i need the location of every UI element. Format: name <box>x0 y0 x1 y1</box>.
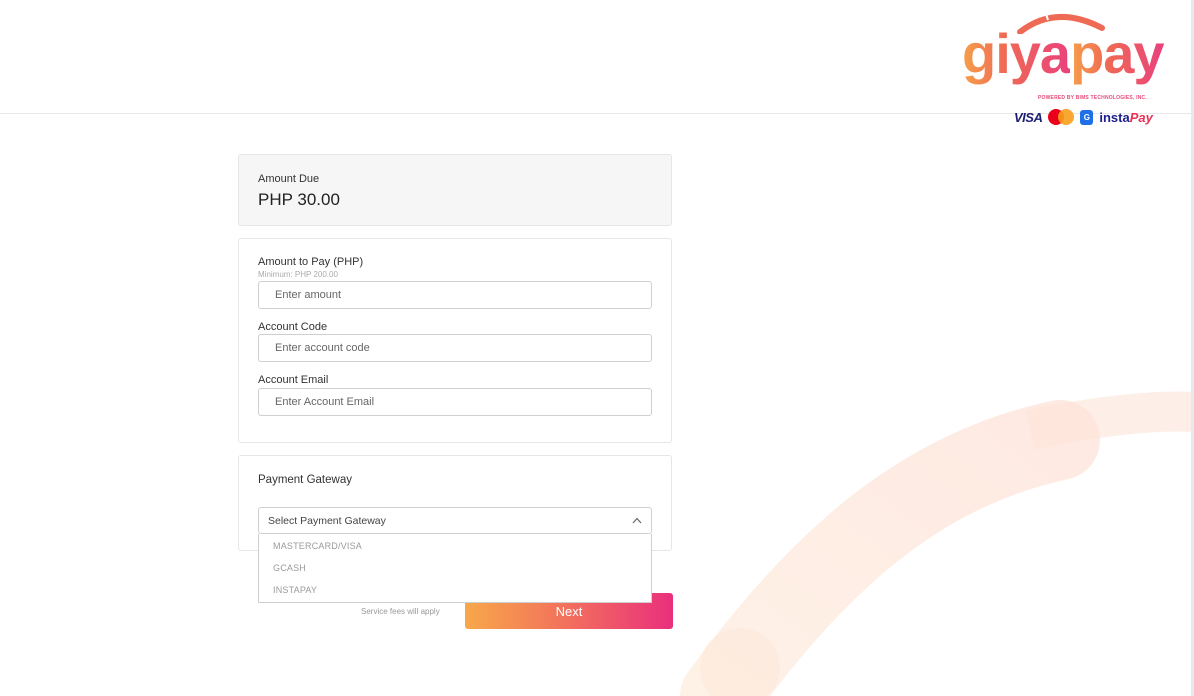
gateway-option-mastercard-visa[interactable]: MASTERCARD/VISA <box>273 541 362 551</box>
logo-word-pay: pay <box>1070 22 1164 85</box>
instapay-logo-pay: Pay <box>1129 109 1153 125</box>
gcash-icon: G <box>1080 109 1094 125</box>
payment-gateway-title: Payment Gateway <box>258 474 352 486</box>
gateway-option-gcash[interactable]: GCASH <box>273 563 306 573</box>
payment-gateway-select[interactable]: Select Payment Gateway <box>258 507 652 534</box>
service-fees-note: Service fees will apply <box>361 607 440 616</box>
gateway-option-instapay[interactable]: INSTAPAY <box>273 585 317 595</box>
amount-input[interactable] <box>258 281 652 309</box>
logo-wordmark: giyapay <box>962 22 1165 85</box>
chevron-up-icon <box>632 517 642 524</box>
account-code-input[interactable] <box>258 334 652 362</box>
logo-word-giya: giya <box>962 22 1071 85</box>
amount-to-pay-label: Amount to Pay (PHP) <box>258 256 364 268</box>
powered-by-text: POWERED BY BIMS TECHNOLOGIES, INC. <box>1038 95 1147 101</box>
account-email-input[interactable] <box>258 388 652 416</box>
amount-due-label: Amount Due <box>258 173 320 185</box>
amount-due-card: Amount Due PHP 30.00 <box>238 154 672 226</box>
visa-logo: VISA <box>1014 109 1043 125</box>
payment-method-logos: VISA G instaPay <box>1014 108 1153 126</box>
minimum-amount-hint: Minimum: PHP 200.00 <box>258 270 338 279</box>
amount-due-value: PHP 30.00 <box>258 190 340 209</box>
payment-details-card: Amount to Pay (PHP) Minimum: PHP 200.00 … <box>238 238 672 443</box>
account-email-label: Account Email <box>258 374 329 386</box>
mastercard-icon <box>1048 109 1075 125</box>
payment-gateway-select-value: Select Payment Gateway <box>268 515 386 527</box>
instapay-logo: instaPay <box>1099 110 1152 125</box>
instapay-logo-insta: insta <box>1099 109 1130 125</box>
payment-gateway-dropdown: MASTERCARD/VISA GCASH INSTAPAY <box>258 534 652 603</box>
giyapay-logo: giyapay POWERED BY BIMS TECHNOLOGIES, IN… <box>958 8 1168 128</box>
account-code-label: Account Code <box>258 321 328 333</box>
